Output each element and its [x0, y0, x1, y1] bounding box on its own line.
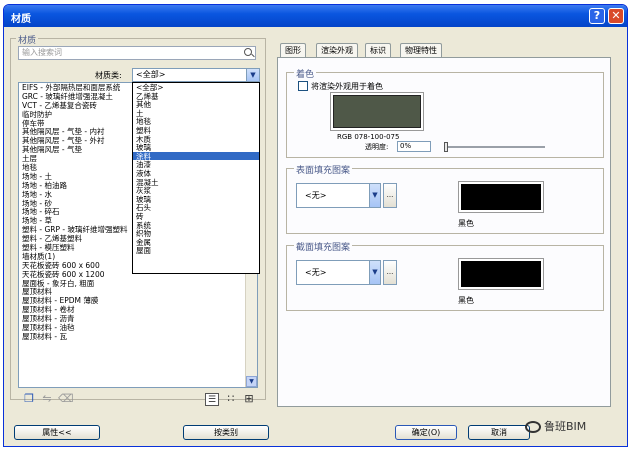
surface-pattern-color-label: 黑色: [458, 219, 474, 228]
transparency-label: 透明度:: [365, 143, 389, 151]
dropdown-item[interactable]: 屋面: [133, 246, 259, 255]
cancel-button[interactable]: 取消: [468, 425, 530, 440]
dropdown-item[interactable]: 油漆: [133, 160, 259, 170]
dropdown-item[interactable]: <全部>: [133, 83, 259, 92]
tab-identity[interactable]: 标识: [365, 43, 391, 57]
dropdown-item[interactable]: 系统: [133, 221, 259, 230]
dropdown-item[interactable]: 乙烯基: [133, 92, 259, 101]
scroll-down-icon[interactable]: ▼: [246, 376, 257, 387]
dropdown-item[interactable]: 塑料: [133, 126, 259, 135]
dropdown-item[interactable]: 玻璃: [133, 195, 259, 204]
material-class-select[interactable]: <全部> ▼: [132, 68, 260, 82]
dropdown-item[interactable]: 地毯: [133, 117, 259, 127]
cut-pattern-value: <无>: [305, 268, 327, 277]
tab-graphics[interactable]: 图形: [280, 43, 306, 57]
delete-icon[interactable]: ⌫: [58, 393, 74, 406]
title-bar: 材质 ? ✕: [4, 5, 627, 27]
search-icon[interactable]: [244, 48, 252, 56]
material-list-item[interactable]: 屋面板 - 象牙白, 粗面: [19, 279, 257, 288]
material-list-item[interactable]: 屋顶材料 - 卷材: [19, 305, 257, 314]
transparency-slider[interactable]: [444, 142, 545, 152]
attributes-button[interactable]: 属性<<: [14, 425, 100, 440]
material-group-label: 材质: [16, 33, 39, 46]
material-class-dropdown[interactable]: <全部> 乙烯基 其他土地毯 塑料 木质 玻璃 涂料 油漆 液体 混凝土 灰浆 玻璃 石头砖系统 织物 金属…: [132, 82, 260, 274]
material-list-item[interactable]: 屋顶材料 - 瓦: [19, 332, 257, 341]
list-view-icon[interactable]: ☰: [205, 393, 219, 406]
dropdown-item[interactable]: 织物: [133, 229, 259, 238]
surface-pattern-more-button[interactable]: ...: [383, 183, 397, 208]
material-list-item[interactable]: 屋顶材料: [19, 287, 257, 297]
dropdown-item[interactable]: 木质: [133, 135, 259, 144]
transparency-input[interactable]: 0%: [397, 141, 431, 152]
surface-pattern-value: <无>: [305, 191, 327, 200]
dropdown-item[interactable]: 灰浆: [133, 186, 259, 195]
cut-pattern-label: 截面填充图案: [294, 240, 353, 253]
search-input[interactable]: 输入搜索词: [18, 46, 256, 60]
material-list-item[interactable]: 屋顶材料 - 油毡: [19, 323, 257, 332]
transparency-slider-thumb[interactable]: [444, 142, 448, 152]
dropdown-item[interactable]: 其他: [133, 100, 259, 109]
dropdown-item[interactable]: 土: [133, 109, 259, 118]
chevron-down-icon[interactable]: ▼: [369, 260, 381, 285]
material-list-item[interactable]: 屋顶材料 - EPDM 薄膜: [19, 296, 257, 305]
dropdown-item[interactable]: 玻璃: [133, 143, 259, 152]
cut-pattern-color-swatch[interactable]: [461, 261, 541, 287]
dropdown-item[interactable]: 金属: [133, 238, 259, 247]
use-render-checkbox[interactable]: [298, 81, 308, 91]
tab-physical[interactable]: 物理特性: [400, 43, 442, 57]
material-list-item[interactable]: 屋顶材料 - 沥青: [19, 314, 257, 323]
rename-icon[interactable]: ⇋: [40, 393, 54, 406]
ok-button[interactable]: 确定(O): [395, 425, 457, 440]
dropdown-item[interactable]: 石头: [133, 203, 259, 213]
search-placeholder: 输入搜索词: [22, 48, 62, 57]
material-class-label: 材质类:: [95, 71, 122, 80]
small-icon-view-icon[interactable]: ∷: [224, 393, 238, 406]
chevron-down-icon[interactable]: ▼: [246, 69, 259, 81]
surface-pattern-label: 表面填充图案: [294, 163, 353, 176]
rgb-label: RGB 078-100-075: [337, 133, 400, 141]
surface-pattern-color-swatch[interactable]: [461, 184, 541, 210]
shading-group-label: 着色: [294, 67, 317, 80]
cut-pattern-more-button[interactable]: ...: [383, 260, 397, 285]
dropdown-items: <全部> 乙烯基 其他土地毯 塑料 木质 玻璃 涂料 油漆 液体 混凝土 灰浆 玻璃 石头砖系统 织物 金属…: [133, 83, 259, 255]
chevron-down-icon[interactable]: ▼: [369, 183, 381, 208]
close-button[interactable]: ✕: [608, 8, 624, 24]
watermark-logo-icon: [525, 421, 541, 433]
dropdown-item[interactable]: 涂料: [133, 151, 259, 161]
cut-pattern-color-label: 黑色: [458, 296, 474, 305]
watermark-text: 鲁班BIM: [544, 420, 587, 433]
help-button[interactable]: ?: [589, 8, 605, 24]
by-class-button[interactable]: 按类别: [183, 425, 269, 440]
window-title: 材质: [11, 14, 31, 25]
tab-render-appearance[interactable]: 渲染外观: [316, 43, 358, 57]
use-render-label: 将渲染外观用于着色: [311, 82, 383, 91]
material-class-value: <全部>: [136, 70, 166, 79]
shading-color-swatch[interactable]: [333, 95, 421, 128]
dropdown-item[interactable]: 液体: [133, 169, 259, 178]
large-icon-view-icon[interactable]: ⊞: [242, 393, 256, 406]
duplicate-icon[interactable]: ❐: [22, 393, 36, 406]
dropdown-item[interactable]: 混凝土: [133, 178, 259, 187]
watermark: 鲁班BIM: [525, 418, 586, 434]
dropdown-item[interactable]: 砖: [133, 212, 259, 221]
